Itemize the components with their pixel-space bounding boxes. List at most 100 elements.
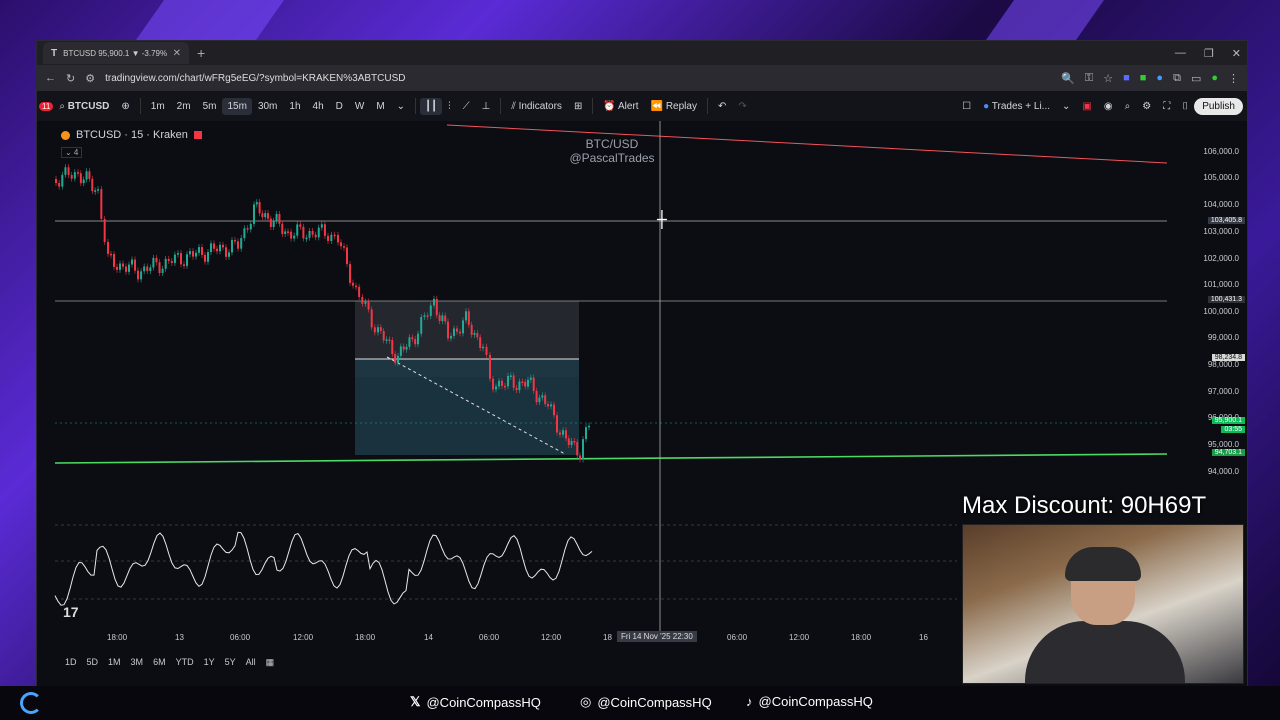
chevron-down-icon[interactable]: ⌄ bbox=[391, 101, 411, 112]
interval-30m[interactable]: 30m bbox=[252, 101, 283, 112]
candle bbox=[246, 228, 249, 230]
undo-icon[interactable]: ↶ bbox=[712, 101, 732, 112]
candle bbox=[97, 189, 99, 191]
interval-1h[interactable]: 1h bbox=[283, 101, 306, 112]
close-icon[interactable]: ✕ bbox=[173, 48, 181, 59]
candle bbox=[73, 172, 76, 179]
range-3m[interactable]: 3M bbox=[131, 657, 144, 668]
candle bbox=[358, 286, 361, 298]
indicator-collapse-button[interactable]: ⌄ 4 bbox=[61, 147, 83, 158]
range-5d[interactable]: 5D bbox=[87, 657, 99, 668]
range-all[interactable]: All bbox=[246, 657, 256, 668]
candle bbox=[515, 387, 518, 391]
chevron-down-icon[interactable]: ⌄ bbox=[1056, 101, 1076, 112]
candles-icon[interactable]: ┃┃ bbox=[420, 97, 443, 115]
resistance-trendline[interactable] bbox=[446, 124, 1168, 164]
interval-m[interactable]: M bbox=[370, 101, 390, 112]
range-1m[interactable]: 1M bbox=[108, 657, 121, 668]
checkbox-icon[interactable]: ☐ bbox=[956, 101, 977, 112]
candle bbox=[201, 247, 203, 255]
record-icon[interactable]: ◉ bbox=[1098, 101, 1119, 112]
candle bbox=[240, 238, 243, 249]
new-tab-button[interactable]: + bbox=[197, 45, 205, 61]
candle bbox=[408, 337, 411, 347]
candle bbox=[585, 427, 587, 440]
candle bbox=[161, 268, 164, 273]
candle bbox=[547, 403, 549, 407]
candle bbox=[131, 259, 133, 265]
site-info-icon[interactable]: ⚙ bbox=[85, 72, 95, 85]
camera-icon[interactable]: ⌷ bbox=[1176, 101, 1194, 112]
interval-2m[interactable]: 2m bbox=[171, 101, 197, 112]
bar-style-icon[interactable]: ⫶ bbox=[442, 101, 457, 112]
date-range-bar: 1D 5D 1M 3M 6M YTD 1Y 5Y All ▦ bbox=[65, 657, 274, 668]
compare-icon[interactable]: ⊕ bbox=[115, 101, 135, 112]
interval-15m[interactable]: 15m bbox=[222, 97, 252, 115]
range-1d[interactable]: 1D bbox=[65, 657, 77, 668]
search-icon[interactable]: ⌕ bbox=[1119, 101, 1137, 112]
candle bbox=[213, 243, 215, 249]
range-1y[interactable]: 1Y bbox=[204, 657, 215, 668]
calendar-icon[interactable]: ▦ bbox=[266, 657, 275, 668]
profile-avatar[interactable]: ● bbox=[1211, 72, 1218, 85]
puzzle-icon[interactable]: ⧉ bbox=[1173, 72, 1181, 85]
candle bbox=[388, 339, 391, 341]
browser-tab[interactable]: T BTCUSD 95,900.1 ▼ -3.79% ✕ bbox=[43, 42, 189, 64]
alert-button[interactable]: ⏰ Alert bbox=[597, 101, 644, 112]
minimize-icon[interactable]: — bbox=[1175, 47, 1186, 60]
url-field[interactable]: tradingview.com/chart/wFRg5eEG/?symbol=K… bbox=[105, 73, 1051, 84]
x-icon: 𝕏 bbox=[410, 694, 421, 709]
candle bbox=[394, 354, 397, 363]
layout-name[interactable]: ● Trades + Li... bbox=[977, 101, 1056, 112]
extension-icon[interactable]: ■ bbox=[1123, 72, 1130, 85]
indicators-button[interactable]: ⫽ Indicators bbox=[505, 101, 568, 112]
tab-bar: T BTCUSD 95,900.1 ▼ -3.79% ✕ + — ❐ ✕ bbox=[37, 41, 1247, 65]
layout-grid-icon[interactable]: ⊞ bbox=[568, 101, 588, 112]
extension-icon[interactable]: ■ bbox=[1140, 72, 1147, 85]
chart-symbol-legend[interactable]: BTCUSD · 15 · Kraken bbox=[61, 129, 202, 141]
reload-icon[interactable]: ↻ bbox=[66, 72, 75, 85]
range-5y[interactable]: 5Y bbox=[225, 657, 236, 668]
publish-button[interactable]: Publish bbox=[1194, 97, 1243, 115]
support-trendline[interactable] bbox=[54, 453, 1168, 464]
price-axis[interactable]: 106,000.0 105,000.0 104,000.0 103,000.0 … bbox=[1187, 121, 1247, 551]
back-icon[interactable]: ← bbox=[45, 72, 56, 84]
sidebar-icon[interactable]: ▭ bbox=[1191, 72, 1201, 85]
range-6m[interactable]: 6M bbox=[153, 657, 166, 668]
candle bbox=[183, 264, 185, 266]
extension-icon[interactable]: ● bbox=[1156, 72, 1163, 85]
candle bbox=[299, 224, 302, 227]
line-style-icon[interactable]: ⟋ bbox=[457, 101, 476, 112]
settings-icon[interactable]: ⚙ bbox=[1136, 101, 1157, 112]
candle bbox=[192, 251, 194, 257]
key-icon[interactable]: ⚿ bbox=[1085, 72, 1093, 85]
candle bbox=[231, 239, 233, 253]
interval-5m[interactable]: 5m bbox=[197, 101, 223, 112]
symbol-search[interactable]: ⌕ BTCUSD bbox=[53, 101, 115, 112]
redo-icon[interactable]: ↷ bbox=[732, 101, 752, 112]
interval-w[interactable]: W bbox=[349, 101, 370, 112]
candle bbox=[556, 415, 558, 433]
range-ytd[interactable]: YTD bbox=[176, 657, 194, 668]
indicator-template-icon[interactable]: ⊥ bbox=[476, 101, 497, 112]
zoom-icon[interactable]: 🔍 bbox=[1061, 72, 1075, 85]
screenshot-icon[interactable]: ▣ bbox=[1076, 101, 1097, 112]
menu-icon[interactable]: ⋮ bbox=[1228, 72, 1239, 85]
range-box-lower[interactable] bbox=[355, 359, 579, 455]
bookmark-star-icon[interactable]: ☆ bbox=[1103, 72, 1113, 85]
notification-badge[interactable]: 11 bbox=[39, 101, 54, 111]
interval-d[interactable]: D bbox=[330, 101, 349, 112]
fullscreen-icon[interactable]: ⛶ bbox=[1157, 101, 1176, 112]
candle bbox=[110, 253, 112, 256]
candle bbox=[116, 266, 118, 270]
candle bbox=[155, 257, 158, 263]
tradingview-toolbar: 11 ⌕ BTCUSD ⊕ 1m 2m 5m 15m 30m 1h 4h D W… bbox=[37, 91, 1247, 122]
maximize-icon[interactable]: ❐ bbox=[1204, 47, 1214, 60]
candle bbox=[565, 430, 567, 439]
close-window-icon[interactable]: ✕ bbox=[1232, 47, 1241, 60]
candle bbox=[433, 298, 435, 306]
candle bbox=[377, 327, 379, 333]
interval-1m[interactable]: 1m bbox=[145, 101, 171, 112]
interval-4h[interactable]: 4h bbox=[307, 101, 330, 112]
replay-button[interactable]: ⏪ Replay bbox=[645, 101, 703, 112]
